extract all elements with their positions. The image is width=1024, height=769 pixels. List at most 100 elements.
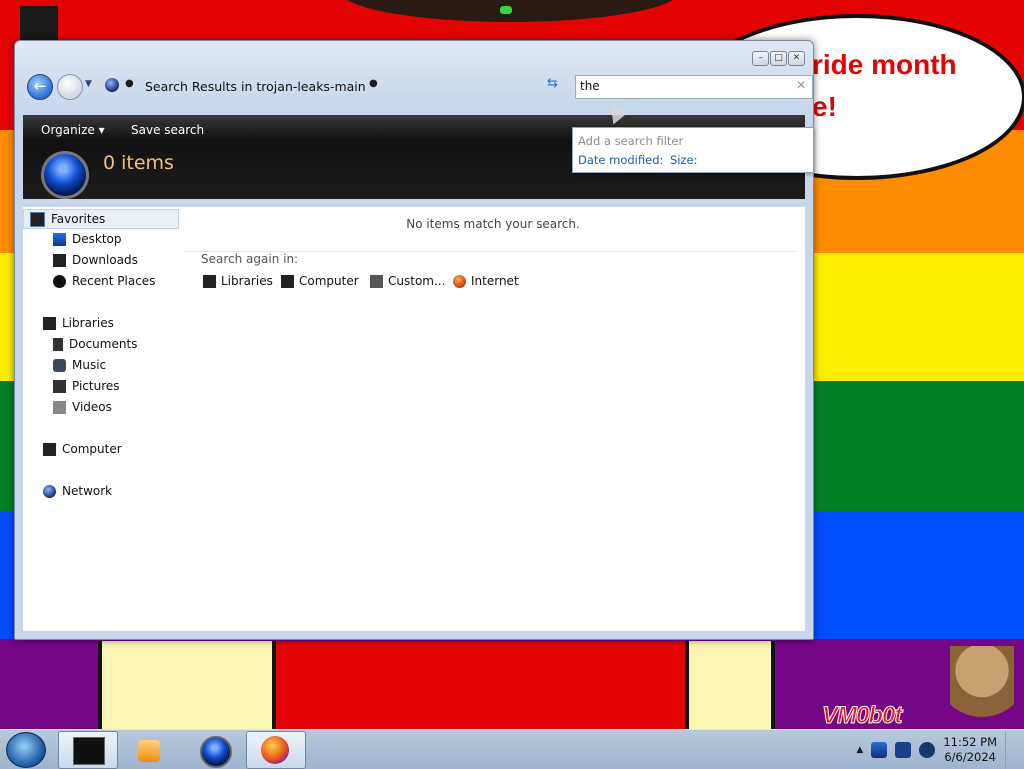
search-again-computer[interactable]: Computer bbox=[281, 274, 359, 288]
filter-hint: Add a search filter bbox=[578, 134, 684, 148]
clock-time: 11:52 PM bbox=[943, 734, 997, 749]
nav-recent-places-label: Recent Places bbox=[72, 274, 156, 288]
nav-desktop-label: Desktop bbox=[72, 232, 122, 246]
search-again-libraries[interactable]: Libraries bbox=[203, 274, 273, 288]
nav-music-label: Music bbox=[72, 358, 107, 372]
nav-libraries-label: Libraries bbox=[62, 316, 114, 330]
bubble-line-2: e! bbox=[812, 91, 837, 122]
close-button[interactable]: ✕ bbox=[788, 51, 805, 66]
hamster-image bbox=[950, 646, 1014, 728]
breadcrumb-arrow-icon[interactable]: ● bbox=[369, 78, 378, 89]
speech-bubble-text: ride month e! bbox=[812, 44, 957, 128]
organize-button[interactable]: Organize ▾ bbox=[41, 123, 105, 137]
nav-documents[interactable]: Documents bbox=[53, 337, 137, 351]
pictures-icon bbox=[53, 379, 66, 393]
taskbar-search-app[interactable] bbox=[184, 731, 244, 769]
computer-icon bbox=[281, 274, 294, 288]
nav-favorites[interactable]: Favorites bbox=[23, 209, 179, 229]
nav-videos[interactable]: Videos bbox=[53, 400, 112, 414]
search-input[interactable]: the ✕ bbox=[575, 75, 813, 99]
search-results-icon bbox=[41, 151, 89, 199]
nav-desktop[interactable]: Desktop bbox=[53, 232, 122, 246]
nav-pictures[interactable]: Pictures bbox=[53, 379, 120, 393]
show-hidden-icons-icon[interactable]: ▲ bbox=[856, 745, 863, 755]
search-again-custom-label: Custom... bbox=[388, 274, 446, 288]
search-again-internet[interactable]: Internet bbox=[453, 274, 519, 288]
clock[interactable]: 11:52 PM 6/6/2024 bbox=[943, 735, 997, 765]
watermark: VM0b0t bbox=[821, 702, 902, 730]
explorer-window: – □ ✕ ← ▼ ● Search Results in trojan-lea… bbox=[14, 40, 814, 640]
nav-documents-label: Documents bbox=[69, 337, 138, 351]
videos-icon bbox=[53, 400, 66, 414]
breadcrumb-separator-icon[interactable]: ● bbox=[125, 78, 134, 89]
nav-music[interactable]: Music bbox=[53, 358, 106, 372]
taskbar-media-player[interactable] bbox=[120, 731, 180, 769]
nav-recent-places[interactable]: Recent Places bbox=[53, 274, 155, 288]
firefox-icon bbox=[453, 274, 466, 288]
content-pane: No items match your search. Search again… bbox=[181, 207, 805, 631]
forward-button[interactable] bbox=[57, 74, 83, 100]
firefox-icon bbox=[261, 736, 289, 764]
recent-places-icon bbox=[53, 274, 66, 288]
filter-date-modified[interactable]: Date modified: bbox=[578, 153, 663, 167]
show-desktop-button[interactable] bbox=[1005, 730, 1016, 769]
search-input-value[interactable]: the bbox=[580, 79, 600, 93]
desktop-icon bbox=[53, 232, 66, 246]
taskbar: ▲ 11:52 PM 6/6/2024 bbox=[0, 729, 1024, 769]
address-bar[interactable]: ● Search Results in trojan-leaks-main ● … bbox=[99, 75, 604, 97]
start-button[interactable] bbox=[6, 732, 46, 768]
wallpaper-yellow-figure-right bbox=[685, 641, 775, 731]
music-icon bbox=[53, 358, 66, 372]
network-icon bbox=[43, 484, 56, 498]
folder-icon bbox=[370, 274, 383, 288]
search-again-libraries-label: Libraries bbox=[221, 274, 273, 288]
back-button[interactable]: ← bbox=[27, 74, 53, 100]
network-tray-icon[interactable] bbox=[895, 741, 912, 758]
nav-downloads-label: Downloads bbox=[72, 253, 138, 267]
wallpaper-red-bottom bbox=[268, 641, 685, 731]
computer-icon bbox=[43, 442, 56, 456]
search-again-computer-label: Computer bbox=[299, 274, 359, 288]
nav-pictures-label: Pictures bbox=[72, 379, 120, 393]
system-tray: ▲ 11:52 PM 6/6/2024 bbox=[856, 730, 1016, 769]
media-player-icon bbox=[138, 740, 160, 762]
nav-downloads[interactable]: Downloads bbox=[53, 253, 138, 267]
navigation-pane: Favorites Desktop Downloads Recent Place… bbox=[23, 207, 181, 631]
search-again-custom[interactable]: Custom... bbox=[370, 274, 445, 288]
documents-icon bbox=[53, 337, 63, 351]
nav-computer[interactable]: Computer bbox=[43, 442, 122, 456]
blue-orb-icon bbox=[200, 736, 232, 768]
wallpaper-green-light bbox=[500, 6, 512, 14]
downloads-icon bbox=[53, 253, 66, 267]
volume-icon[interactable] bbox=[919, 741, 936, 758]
nav-favorites-label: Favorites bbox=[51, 212, 106, 226]
nav-libraries[interactable]: Libraries bbox=[43, 316, 114, 330]
libraries-icon bbox=[43, 316, 56, 330]
clear-search-icon[interactable]: ✕ bbox=[796, 78, 806, 92]
window-controls: – □ ✕ bbox=[752, 51, 805, 66]
maximize-button[interactable]: □ bbox=[770, 51, 787, 66]
shield-icon[interactable] bbox=[871, 741, 888, 758]
save-search-button[interactable]: Save search bbox=[131, 123, 204, 137]
taskbar-firefox[interactable] bbox=[246, 731, 306, 769]
nav-computer-label: Computer bbox=[62, 442, 122, 456]
search-folder-icon bbox=[105, 78, 119, 92]
favorites-star-icon bbox=[30, 211, 45, 227]
recent-pages-dropdown[interactable]: ▼ bbox=[85, 79, 92, 89]
nav-network-label: Network bbox=[62, 484, 113, 498]
items-count: 0 items bbox=[103, 152, 174, 174]
breadcrumb-current[interactable]: Search Results in trojan-leaks-main bbox=[145, 79, 366, 94]
nav-videos-label: Videos bbox=[72, 400, 112, 414]
bubble-line-1: ride month bbox=[812, 49, 957, 80]
clock-date: 6/6/2024 bbox=[944, 749, 996, 764]
explorer-taskbar-icon bbox=[73, 737, 105, 765]
libraries-icon bbox=[203, 274, 216, 288]
nav-network[interactable]: Network bbox=[43, 484, 112, 498]
address-row: ← ▼ ● Search Results in trojan-leaks-mai… bbox=[25, 71, 814, 173]
filter-size[interactable]: Size: bbox=[670, 153, 697, 167]
wallpaper-yellow-figure-left bbox=[98, 641, 276, 731]
taskbar-explorer[interactable] bbox=[58, 731, 118, 769]
refresh-icon[interactable]: ⇆ bbox=[547, 76, 558, 91]
minimize-button[interactable]: – bbox=[752, 51, 769, 66]
search-again-internet-label: Internet bbox=[471, 274, 519, 288]
